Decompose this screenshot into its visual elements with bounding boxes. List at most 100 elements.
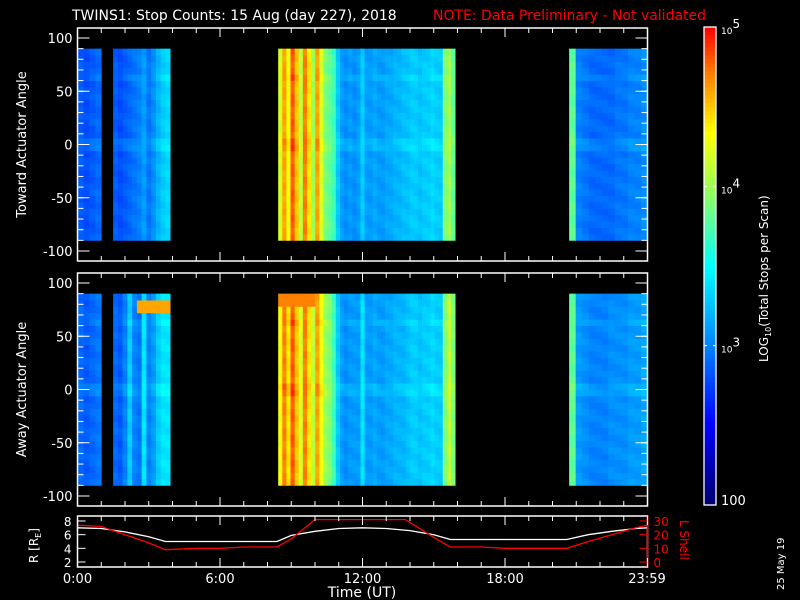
colorbar-swatch <box>704 309 716 315</box>
heatmap-cell <box>360 221 365 228</box>
heatmap-cell <box>385 293 390 301</box>
heatmap-cell <box>368 383 374 390</box>
colorbar-swatch <box>704 27 716 32</box>
heatmap-cell <box>298 363 304 371</box>
heatmap-cell <box>588 363 596 371</box>
heatmap-cell <box>278 472 283 480</box>
heatmap-cell <box>438 459 444 467</box>
heatmap-cell <box>344 144 349 152</box>
heatmap-cell <box>451 112 456 120</box>
heatmap-cell <box>117 383 124 390</box>
heatmap-cell <box>422 208 427 216</box>
heatmap-cell <box>331 233 337 241</box>
heatmap-cell <box>356 118 361 126</box>
heatmap-cell <box>282 93 287 101</box>
heatmap-cell <box>95 357 102 365</box>
heatmap-cell <box>582 233 590 241</box>
heatmap-cell <box>160 351 166 358</box>
heatmap-cell <box>294 338 300 346</box>
heatmap-cell <box>588 93 596 101</box>
heatmap-cell <box>601 389 609 397</box>
heatmap-cell <box>77 383 84 390</box>
heatmap-cell <box>344 67 349 75</box>
heatmap-cell <box>136 415 143 422</box>
heatmap-cell <box>442 182 448 190</box>
heatmap-cell <box>282 447 287 454</box>
heatmap-cell <box>368 138 374 145</box>
heatmap-cell <box>409 227 415 235</box>
heatmap-cell <box>430 157 435 165</box>
heatmap-cell <box>438 421 444 429</box>
heatmap-cell <box>77 182 84 190</box>
heatmap-cell <box>389 293 394 301</box>
heatmap-cell <box>368 182 374 190</box>
heatmap-cell <box>442 357 448 365</box>
y-tick-label: -50 <box>51 192 72 207</box>
heatmap-cell <box>113 189 119 197</box>
heatmap-cell <box>298 293 304 301</box>
heatmap-cell <box>136 189 143 197</box>
heatmap-cell <box>89 376 96 384</box>
heatmap-cell <box>434 351 440 358</box>
colorbar-swatch <box>704 329 716 335</box>
heatmap-cell <box>426 370 431 378</box>
heatmap-cell <box>401 227 407 235</box>
heatmap-cell <box>634 447 642 454</box>
heatmap-cell <box>397 144 403 152</box>
heatmap-cell <box>413 202 419 209</box>
heatmap-cell <box>438 176 444 184</box>
heatmap-cell <box>442 112 448 120</box>
heatmap-cell <box>401 48 407 56</box>
heatmap-cell <box>77 150 84 158</box>
heatmap-cell <box>360 131 365 139</box>
colorbar-swatch <box>704 202 716 207</box>
heatmap-cell <box>298 202 304 209</box>
heatmap-cell <box>360 389 365 397</box>
heatmap-cell <box>278 106 283 113</box>
heatmap-cell <box>434 202 440 209</box>
heatmap-cell <box>278 86 283 94</box>
heatmap-cell <box>360 208 365 216</box>
heatmap-cell <box>83 208 90 216</box>
heatmap-cell <box>376 306 382 314</box>
heatmap-cell <box>117 325 124 333</box>
heatmap-cell <box>339 370 345 378</box>
heatmap-cell <box>368 233 374 241</box>
heatmap-cell <box>306 227 312 235</box>
heatmap-cell <box>575 312 583 320</box>
heatmap-cell <box>621 466 629 473</box>
heatmap-cell <box>608 157 616 165</box>
heatmap-cell <box>127 440 133 448</box>
heatmap-cell <box>89 163 96 171</box>
heatmap-cell <box>89 434 96 442</box>
heatmap-cell <box>282 176 287 184</box>
heatmap-cell <box>381 214 386 222</box>
heatmap-cell <box>77 67 84 75</box>
heatmap-cell <box>89 459 96 467</box>
heatmap-cell <box>352 55 357 62</box>
heatmap-cell <box>160 434 166 442</box>
heatmap-cell <box>348 189 353 197</box>
heatmap-cell <box>608 150 616 158</box>
colorbar-swatch <box>704 106 716 112</box>
colorbar-swatch <box>704 393 716 398</box>
heatmap-cell <box>385 195 390 203</box>
heatmap-cell <box>160 176 166 184</box>
heatmap-cell <box>627 99 635 107</box>
heatmap-cell <box>434 447 440 454</box>
heatmap-cell <box>136 338 143 346</box>
heatmap-cell <box>282 383 287 390</box>
heatmap-cell <box>122 447 128 454</box>
colorbar-swatch <box>704 377 716 383</box>
heatmap-cell <box>385 48 390 56</box>
heatmap-cell <box>397 195 403 203</box>
heatmap-cell <box>294 434 300 442</box>
heatmap-cell <box>430 118 435 126</box>
heatmap-cell <box>430 376 435 384</box>
colorbar-swatch <box>704 445 716 450</box>
heatmap-cell <box>290 319 296 326</box>
heatmap-cell <box>122 440 128 448</box>
heatmap-cell <box>582 363 590 371</box>
heatmap-cell <box>160 195 166 203</box>
heatmap-cell <box>89 312 96 320</box>
